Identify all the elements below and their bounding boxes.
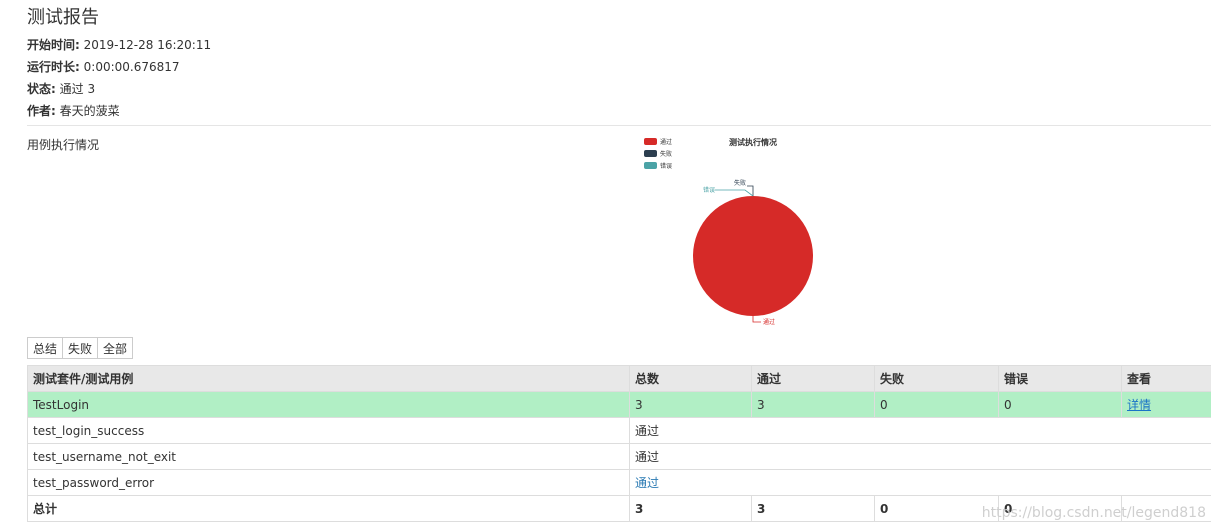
header-view: 查看 xyxy=(1121,365,1211,392)
header-suite: 测试套件/测试用例 xyxy=(27,365,630,392)
all-filter-button[interactable]: 全部 xyxy=(97,337,134,359)
pie-slice xyxy=(693,196,813,316)
chart-title: 测试执行情况 xyxy=(729,137,777,147)
suite-view-cell: 详情 xyxy=(1121,391,1211,418)
pie-leader-line xyxy=(715,189,754,197)
duration: 运行时长: 0:00:00.676817 xyxy=(27,56,211,78)
pie-leader-line xyxy=(752,316,761,323)
start-time-label: 开始时间: xyxy=(27,38,80,52)
legend-label: 错误 xyxy=(660,162,672,170)
pie-chart: 通过失败错误测试执行情况通过失败错误 xyxy=(644,137,813,326)
pie-leader-line xyxy=(747,185,754,196)
header-error: 错误 xyxy=(998,365,1122,392)
duration-label: 运行时长: xyxy=(27,60,80,74)
report-header: 测试报告 开始时间: 2019-12-28 16:20:11 运行时长: 0:0… xyxy=(27,6,211,122)
legend-label: 失败 xyxy=(660,150,672,158)
case-name: test_password_error xyxy=(27,469,630,496)
pie-label: 通过 xyxy=(763,318,775,326)
suite-pass: 3 xyxy=(751,391,875,418)
case-status-cell: 通过 xyxy=(629,469,1211,496)
legend-swatch xyxy=(644,162,657,169)
case-name: test_login_success xyxy=(27,417,630,444)
total-label: 总计 xyxy=(27,495,630,522)
case-status: 通过 xyxy=(629,443,1211,470)
pie-label: 错误 xyxy=(703,186,715,194)
status: 状态: 通过 3 xyxy=(27,78,211,100)
page-title: 测试报告 xyxy=(27,7,99,28)
failed-filter-button[interactable]: 失败 xyxy=(62,337,99,359)
header-fail: 失败 xyxy=(874,365,999,392)
result-table: 测试套件/测试用例 总数 通过 失败 错误 查看 TestLogin 3 3 0… xyxy=(27,365,1211,522)
start-time: 开始时间: 2019-12-28 16:20:11 xyxy=(27,34,211,56)
filter-buttons: 总结 失败 全部 xyxy=(27,337,134,359)
suite-fail: 0 xyxy=(874,391,999,418)
total-total: 3 xyxy=(629,495,752,522)
author: 作者: 春天的菠菜 xyxy=(27,100,211,122)
detail-link[interactable]: 详情 xyxy=(1127,398,1151,412)
table-row: test_username_not_exit 通过 xyxy=(27,443,1211,470)
pie-label: 失败 xyxy=(734,179,746,187)
table-row: test_password_error 通过 xyxy=(27,469,1211,496)
suite-error: 0 xyxy=(998,391,1122,418)
divider xyxy=(27,125,1211,126)
suite-row: TestLogin 3 3 0 0 详情 xyxy=(27,391,1211,418)
table-header-row: 测试套件/测试用例 总数 通过 失败 错误 查看 xyxy=(27,365,1211,392)
header-pass: 通过 xyxy=(751,365,875,392)
author-value: 春天的菠菜 xyxy=(59,104,120,118)
suite-total: 3 xyxy=(629,391,752,418)
header-total: 总数 xyxy=(629,365,752,392)
case-name: test_username_not_exit xyxy=(27,443,630,470)
legend-swatch xyxy=(644,150,657,157)
case-status: 通过 xyxy=(629,417,1211,444)
summary-filter-button[interactable]: 总结 xyxy=(27,337,64,359)
status-label: 状态: xyxy=(27,82,56,96)
total-fail: 0 xyxy=(874,495,999,522)
table-row: test_login_success 通过 xyxy=(27,417,1211,444)
status-value: 通过 3 xyxy=(59,82,96,96)
case-status-link[interactable]: 通过 xyxy=(635,476,659,490)
legend-label: 通过 xyxy=(660,138,672,146)
suite-name: TestLogin xyxy=(27,391,630,418)
legend-swatch xyxy=(644,138,657,145)
total-pass: 3 xyxy=(751,495,875,522)
duration-value: 0:00:00.676817 xyxy=(83,60,180,74)
start-time-value: 2019-12-28 16:20:11 xyxy=(83,38,212,52)
author-label: 作者: xyxy=(27,104,56,118)
watermark: https://blog.csdn.net/legend818 xyxy=(981,505,1206,521)
section-label: 用例执行情况 xyxy=(27,138,100,152)
